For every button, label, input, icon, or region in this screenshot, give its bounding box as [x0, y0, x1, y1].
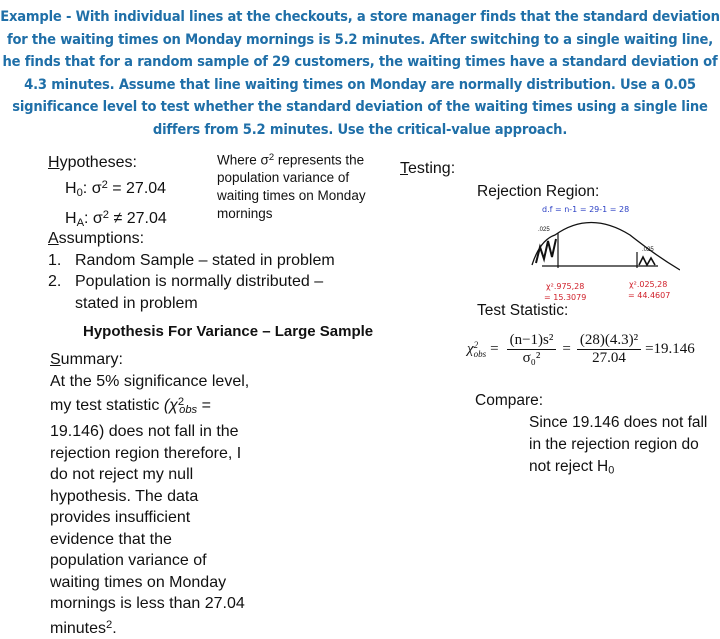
h0-label: H — [65, 180, 77, 197]
left-critical-value: = 15.3079 — [544, 293, 586, 302]
ha-subscript: A — [77, 217, 84, 229]
note-pre: Where σ — [217, 152, 269, 167]
df-note: d.f = n-1 = 29-1 = 28 — [542, 205, 629, 214]
test-statistic-label: Test Statistic: — [477, 302, 568, 320]
summary-block: Summary: At the 5% significance level, m… — [50, 349, 250, 639]
ha-sigma: : σ — [84, 210, 103, 227]
null-hypothesis: H0: σ2 = 27.04 — [48, 174, 167, 204]
left-critical-label: χ².975,28 — [546, 282, 584, 291]
heading-initial: T — [400, 160, 408, 177]
fraction-denominator: 27.04 — [592, 350, 626, 367]
ha-label: H — [65, 210, 77, 227]
heading-rest: ssumptions: — [59, 230, 144, 247]
fraction-numerator: (28)(4.3)² — [577, 332, 641, 350]
problem-statement: Example - With individual lines at the c… — [0, 6, 720, 142]
heading-initial: A — [48, 230, 59, 247]
heading-initial: S — [50, 351, 61, 368]
left-tail-area: .025 — [538, 227, 550, 233]
item-text: Population is normally distributed – sta… — [75, 271, 355, 314]
h0-value: = 27.04 — [108, 180, 166, 197]
end-period: . — [112, 620, 116, 637]
chi-subscript: obs — [474, 350, 487, 359]
ha-value: ≠ 27.04 — [109, 210, 167, 227]
fraction-denominator: σ₀² — [523, 350, 541, 367]
compare-subscript: 0 — [608, 465, 614, 477]
variance-definition-note: Where σ2 represents the population varia… — [217, 149, 392, 223]
h0-sigma: : σ — [83, 180, 102, 197]
assumption-item: 2.Population is normally distributed – s… — [48, 271, 355, 314]
compare-heading: Compare: — [475, 390, 709, 412]
right-tail-area: .025 — [642, 247, 654, 253]
summary-body-rest: = 19.146) does not fall in the rejection… — [50, 397, 245, 637]
heading-rest: ypotheses: — [60, 154, 137, 171]
right-critical-value: = 44.4607 — [628, 291, 670, 300]
compare-body: Since 19.146 does not fall in the reject… — [529, 414, 707, 475]
heading-initial: H — [48, 154, 60, 171]
item-text: Random Sample – stated in problem — [75, 250, 355, 272]
test-statistic-formula: χ2obs = (n−1)s²σ₀² = (28)(4.3)²27.04 =19… — [467, 332, 695, 367]
item-number: 2. — [48, 271, 75, 314]
formula-fraction: (n−1)s²σ₀² — [507, 332, 557, 367]
left-tail-shading — [536, 239, 556, 263]
formula-result: =19.146 — [645, 341, 695, 358]
summary-text: At the 5% significance level, my test st… — [50, 371, 250, 639]
compare-block: Compare: Since 19.146 does not fall in t… — [475, 390, 709, 482]
testing-heading: Testing: — [400, 160, 455, 178]
heading-rest: ummary: — [61, 351, 123, 368]
right-critical-label: χ².025,28 — [629, 280, 667, 289]
fraction-numerator: (n−1)s² — [507, 332, 557, 350]
summary-heading: Summary: — [50, 349, 250, 371]
assumption-item: 1.Random Sample – stated in problem — [48, 250, 355, 272]
section-title: Hypothesis For Variance – Large Sample — [83, 323, 373, 340]
heading-rest: esting: — [408, 160, 455, 177]
chi-symbol: χ — [467, 341, 474, 358]
stat-open: (χ — [164, 397, 178, 414]
item-number: 1. — [48, 250, 75, 272]
assumptions-heading: Assumptions: — [48, 228, 355, 250]
summary-line1: At the 5% significance level, my test st… — [50, 373, 249, 415]
assumptions-block: Assumptions: 1.Random Sample – stated in… — [48, 228, 355, 314]
rejection-region-sketch: d.f = n-1 = 29-1 = 28 .025 .025 χ².975,2… — [530, 195, 680, 305]
compare-text: Since 19.146 does not fall in the reject… — [475, 412, 709, 482]
substituted-fraction: (28)(4.3)²27.04 — [577, 332, 641, 367]
hypotheses-block: Hypotheses: H0: σ2 = 27.04 HA: σ2 ≠ 27.0… — [48, 152, 167, 234]
hypotheses-heading: Hypotheses: — [48, 152, 167, 174]
stat-subscript: obs — [179, 404, 197, 416]
right-tail-shading — [639, 257, 655, 265]
